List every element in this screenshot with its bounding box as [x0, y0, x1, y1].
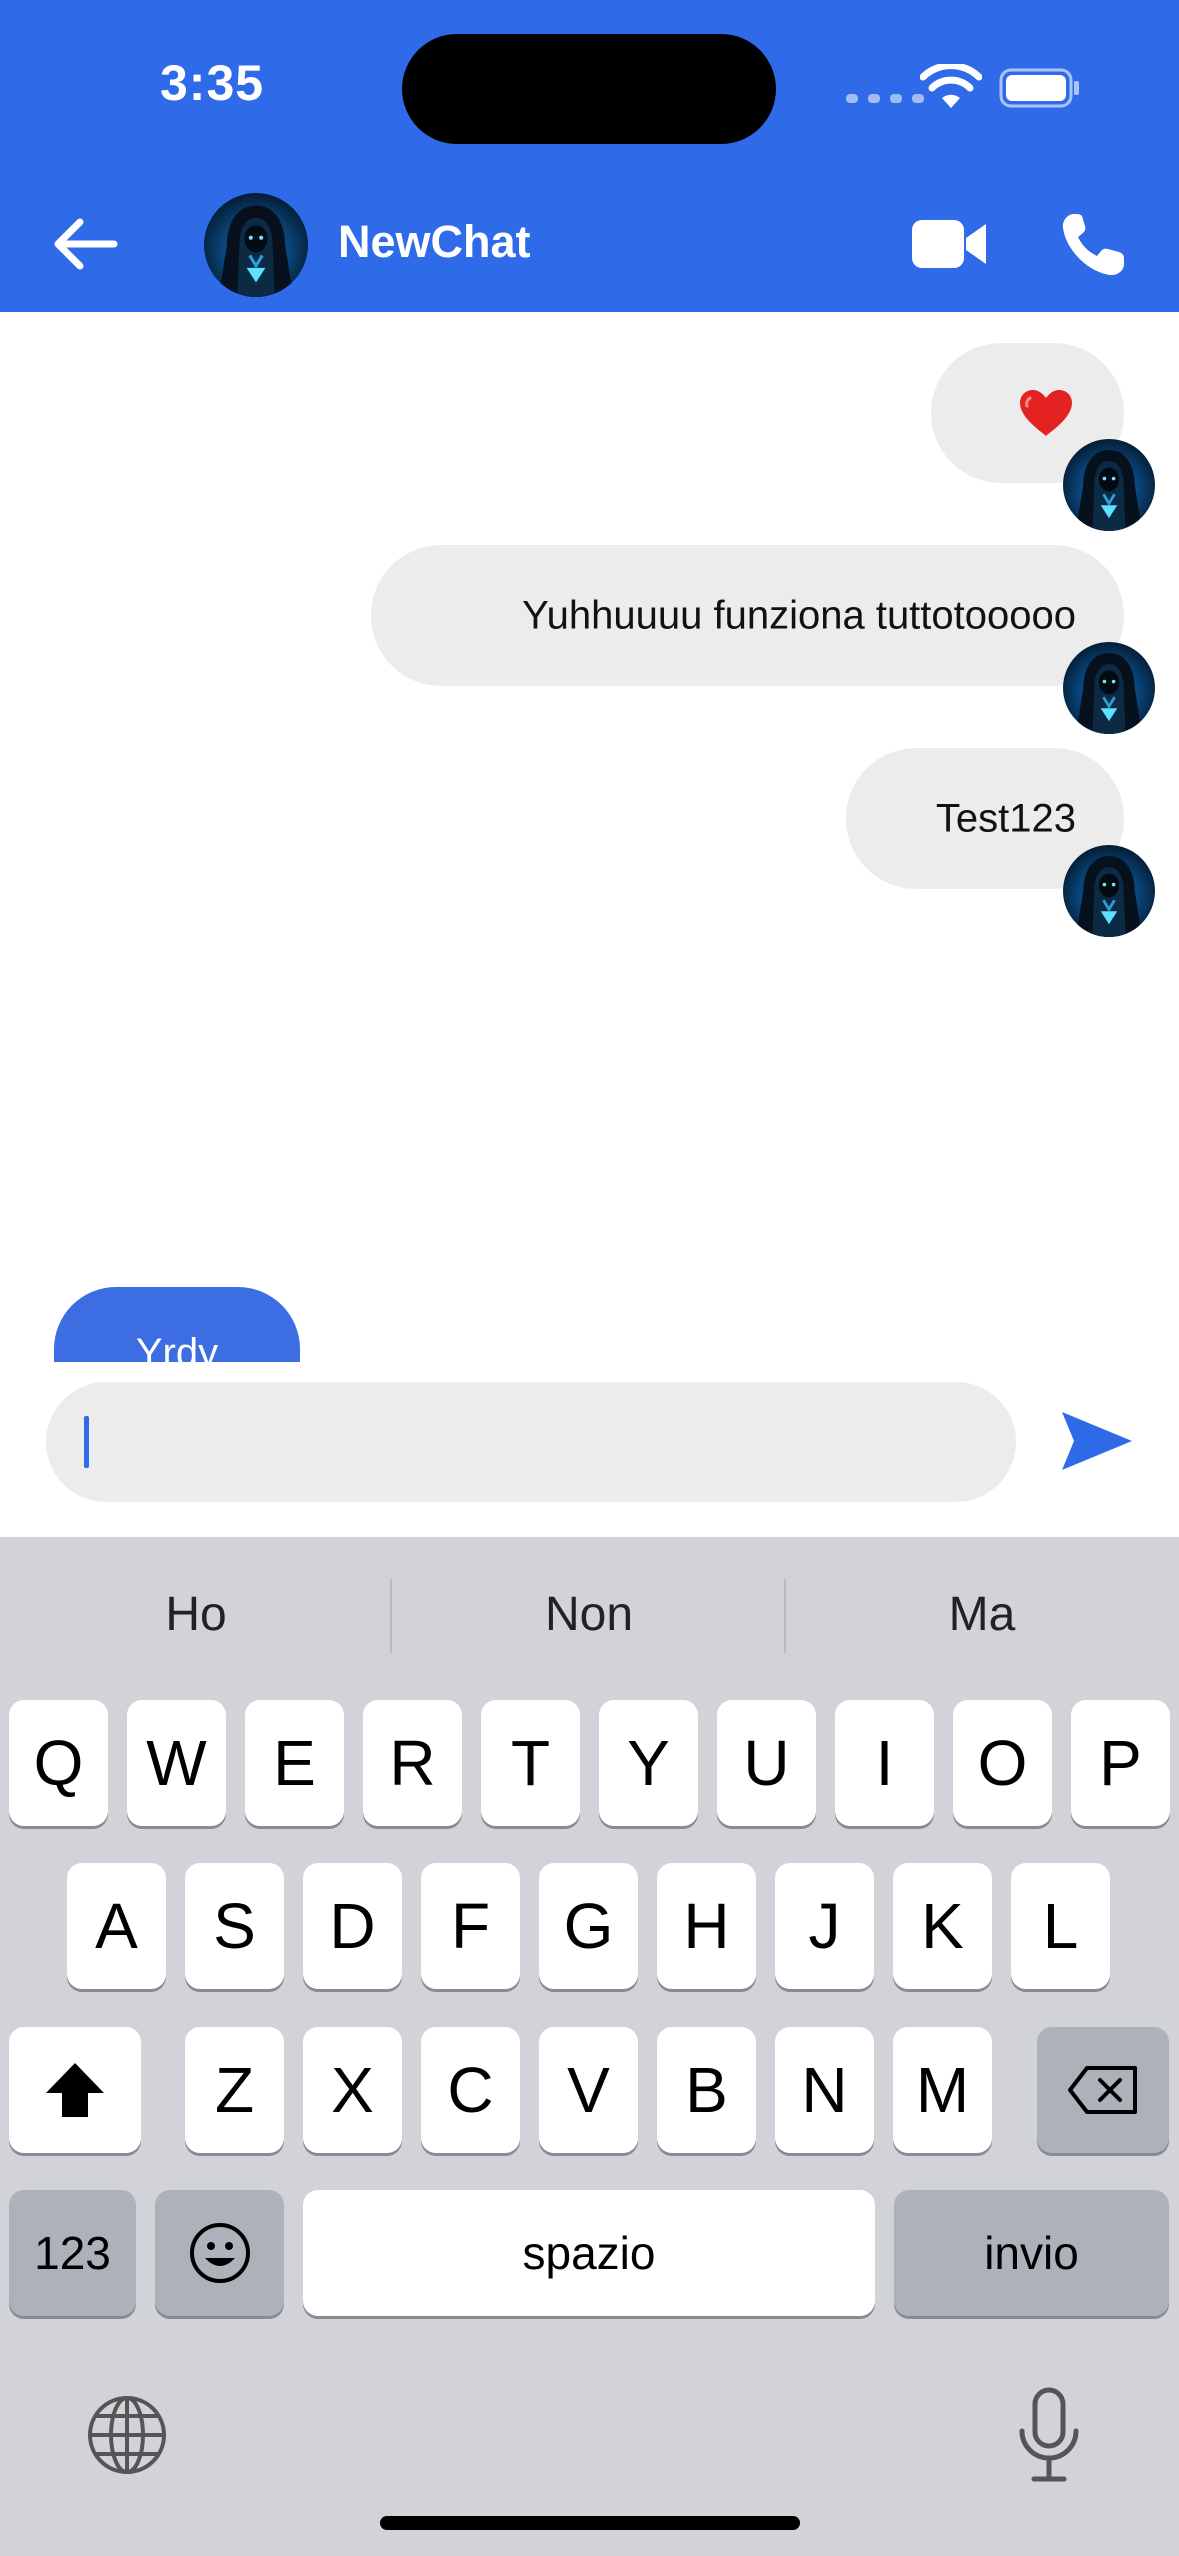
shift-key[interactable] [9, 2027, 141, 2153]
key-j[interactable]: J [775, 1863, 874, 1989]
status-time: 3:35 [160, 55, 265, 111]
delete-key[interactable] [1037, 2027, 1169, 2153]
suggestion-divider [784, 1579, 786, 1653]
chat-header: 3:35 NewChat [0, 0, 1179, 312]
emoji-key[interactable] [155, 2190, 284, 2316]
key-g[interactable]: G [539, 1863, 638, 1989]
message-text: Yuhhuuuu funziona tuttotooooo [522, 593, 1076, 637]
delete-icon [1068, 2066, 1137, 2114]
battery-icon [999, 68, 1079, 108]
sender-avatar [1063, 845, 1155, 937]
numbers-key[interactable]: 123 [9, 2190, 136, 2316]
home-indicator [380, 2516, 800, 2530]
key-o[interactable]: O [953, 1700, 1052, 1826]
key-a[interactable]: A [67, 1863, 166, 1989]
key-i[interactable]: I [835, 1700, 934, 1826]
key-f[interactable]: F [421, 1863, 520, 1989]
key-v[interactable]: V [539, 2027, 638, 2153]
sender-avatar [1063, 439, 1155, 531]
key-q[interactable]: Q [9, 1700, 108, 1826]
key-k[interactable]: K [893, 1863, 992, 1989]
keyboard: Ho Non Ma Q W E R T Y U I O P A S D F G … [0, 1537, 1179, 2556]
microphone-icon[interactable] [1016, 2387, 1082, 2483]
suggestion-divider [390, 1579, 392, 1653]
message-text: Test123 [935, 796, 1076, 840]
composer-bar [0, 1362, 1179, 1537]
key-x[interactable]: X [303, 2027, 402, 2153]
dynamic-island [402, 34, 776, 144]
contact-avatar[interactable] [204, 193, 308, 297]
return-key[interactable]: invio [894, 2190, 1169, 2316]
message-list[interactable]: Yuhhuuuu funziona tuttotooooo Test123 Yr… [0, 312, 1179, 1537]
space-key[interactable]: spazio [303, 2190, 875, 2316]
key-e[interactable]: E [245, 1700, 344, 1826]
suggestion-1[interactable]: Ho [66, 1587, 326, 1642]
chat-title[interactable]: NewChat [338, 216, 531, 268]
message-input[interactable] [46, 1382, 1016, 1502]
key-t[interactable]: T [481, 1700, 580, 1826]
key-d[interactable]: D [303, 1863, 402, 1989]
key-w[interactable]: W [127, 1700, 226, 1826]
key-m[interactable]: M [893, 2027, 992, 2153]
key-y[interactable]: Y [599, 1700, 698, 1826]
suggestion-2[interactable]: Non [459, 1587, 719, 1642]
globe-icon[interactable] [86, 2394, 168, 2476]
emoji-icon [189, 2223, 250, 2283]
chat-screen: 3:35 NewChat Yuhhuuuu funziona tuttotooo… [0, 0, 1179, 2556]
key-b[interactable]: B [657, 2027, 756, 2153]
suggestion-3[interactable]: Ma [852, 1587, 1112, 1642]
key-r[interactable]: R [363, 1700, 462, 1826]
message-bubble-outgoing[interactable]: Yuhhuuuu funziona tuttotooooo [371, 545, 1124, 686]
text-caret [84, 1416, 89, 1468]
back-arrow-icon[interactable] [48, 214, 120, 274]
send-icon[interactable] [1060, 1410, 1134, 1472]
key-s[interactable]: S [185, 1863, 284, 1989]
heart-emoji-icon [1020, 390, 1072, 436]
sender-avatar [1063, 642, 1155, 734]
key-h[interactable]: H [657, 1863, 756, 1989]
key-l[interactable]: L [1011, 1863, 1110, 1989]
key-p[interactable]: P [1071, 1700, 1170, 1826]
wifi-icon [920, 64, 982, 108]
video-call-icon[interactable] [910, 214, 988, 274]
key-u[interactable]: U [717, 1700, 816, 1826]
key-n[interactable]: N [775, 2027, 874, 2153]
key-z[interactable]: Z [185, 2027, 284, 2153]
key-c[interactable]: C [421, 2027, 520, 2153]
shift-icon [46, 2063, 104, 2117]
cellular-signal-icon [846, 94, 924, 103]
phone-call-icon[interactable] [1060, 210, 1128, 278]
